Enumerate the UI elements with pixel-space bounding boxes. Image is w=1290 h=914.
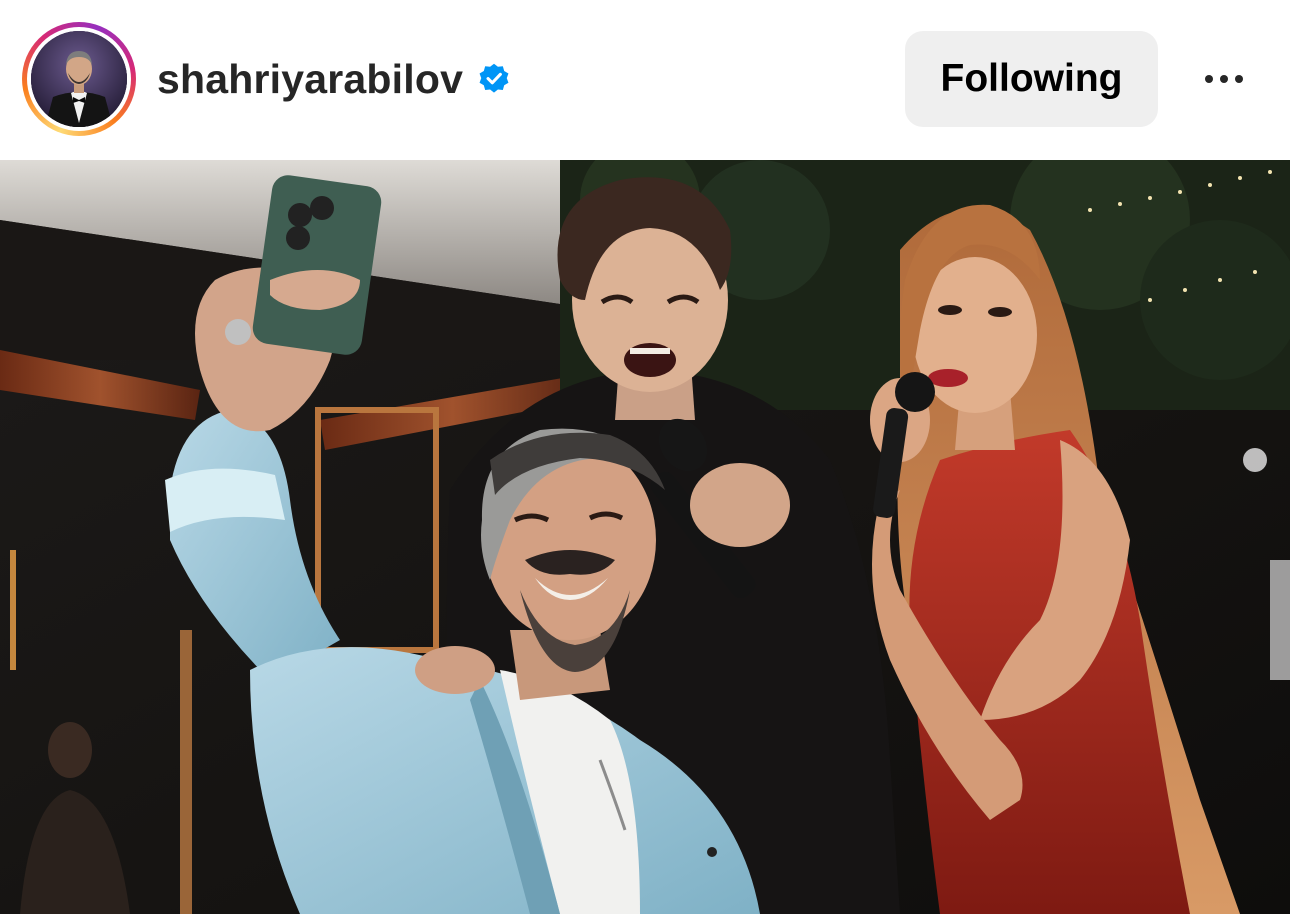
username-link[interactable]: shahriyarabilov — [157, 56, 463, 103]
photo-illustration — [0, 160, 1290, 914]
more-dot — [1205, 75, 1213, 83]
post-photo[interactable] — [0, 160, 1290, 914]
post-header: shahriyarabilov Following — [0, 0, 1290, 160]
username-row: shahriyarabilov — [157, 52, 511, 106]
more-options-icon[interactable] — [1196, 60, 1252, 98]
story-ring[interactable] — [22, 22, 136, 136]
avatar-image-icon — [31, 31, 127, 127]
avatar[interactable] — [31, 31, 127, 127]
more-dot — [1235, 75, 1243, 83]
verified-badge-icon — [477, 62, 511, 96]
more-dot — [1220, 75, 1228, 83]
following-button[interactable]: Following — [905, 31, 1158, 127]
